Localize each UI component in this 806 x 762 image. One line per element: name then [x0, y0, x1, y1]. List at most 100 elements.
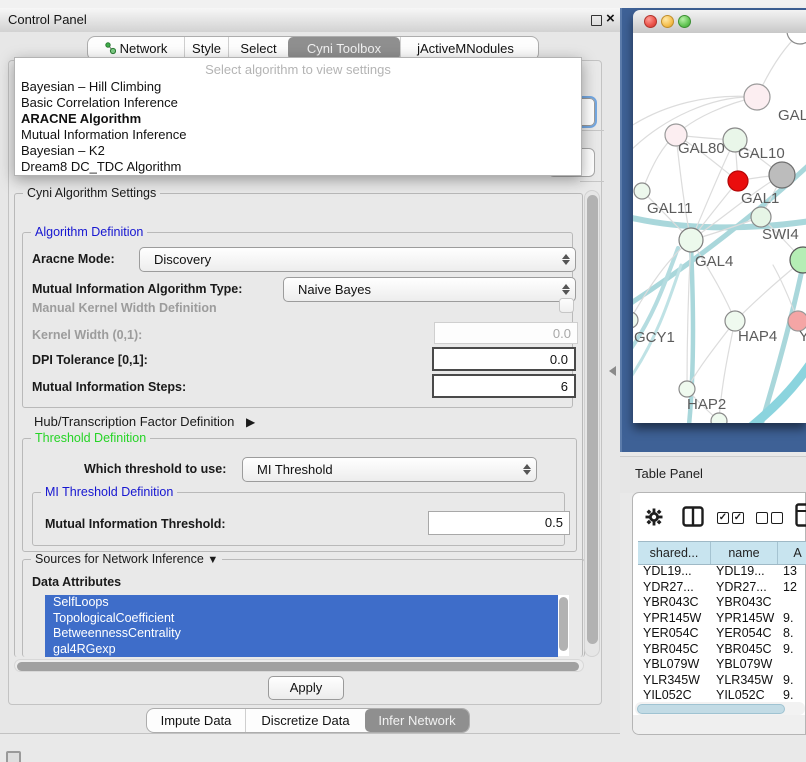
- network-node-gray[interactable]: [769, 162, 795, 188]
- table-horizontal-scrollbar[interactable]: [635, 702, 805, 715]
- list-item[interactable]: BetweennessCentrality: [45, 626, 558, 642]
- columns-icon[interactable]: [682, 506, 704, 527]
- node-label: GAL11: [647, 200, 693, 217]
- aracne-mode-combo[interactable]: Discovery: [139, 247, 576, 272]
- network-window[interactable]: GALGAL80GAL10GAL1GAL11SWI4GAL4GCY1HAP4YH…: [633, 10, 806, 423]
- network-node-bottom-partial[interactable]: [711, 413, 727, 423]
- dropdown-item[interactable]: Bayesian – Hill Climbing: [21, 79, 161, 95]
- table-row[interactable]: YBR045CYBR045C9.: [638, 642, 806, 658]
- network-node-gal1-green[interactable]: [751, 207, 771, 227]
- group-title: Threshold Definition: [31, 431, 150, 445]
- node-label: SWI4: [762, 226, 799, 243]
- checked-checkbox-icon[interactable]: ✓: [732, 512, 744, 524]
- table-row[interactable]: YDL19...YDL19...13: [638, 564, 806, 580]
- kernel-width-field[interactable]: 0.0: [434, 322, 578, 344]
- tab-label: Network: [120, 41, 168, 56]
- expand-down-icon: ▼: [207, 554, 218, 566]
- list-scrollbar-thumb[interactable]: [559, 597, 568, 651]
- hub-definition-expander[interactable]: Hub/Transcription Factor Definition ▶: [34, 414, 255, 429]
- vertical-scrollbar-thumb[interactable]: [587, 195, 598, 644]
- column-header[interactable]: shared...: [638, 542, 711, 564]
- tab-label: jActiveMNodules: [417, 41, 514, 56]
- network-canvas[interactable]: GALGAL80GAL10GAL1GAL11SWI4GAL4GCY1HAP4YH…: [633, 33, 806, 423]
- minimize-traffic-light[interactable]: [661, 15, 674, 28]
- float-window-icon[interactable]: [591, 15, 602, 26]
- table-horizontal-scrollbar-thumb[interactable]: [637, 704, 785, 714]
- control-panel-titlebar[interactable]: Control Panel ×: [0, 8, 620, 33]
- table-row[interactable]: YBR043CYBR043C: [638, 595, 806, 611]
- bottom-tabs: Impute Data Discretize Data Infer Networ…: [146, 708, 470, 733]
- table-cell: YBR045C: [711, 642, 778, 658]
- table-cell: YER054C: [638, 626, 711, 642]
- network-node-gal4[interactable]: [679, 228, 703, 252]
- zoom-traffic-light[interactable]: [678, 15, 691, 28]
- data-attributes-label: Data Attributes: [32, 575, 121, 589]
- list-item[interactable]: TopologicalCoefficient: [45, 611, 558, 627]
- unchecked-checkbox-icon[interactable]: [771, 512, 783, 524]
- mi-threshold-label: Mutual Information Threshold:: [45, 517, 226, 531]
- manual-kernel-checkbox[interactable]: [559, 298, 574, 313]
- checked-checkbox-icon[interactable]: ✓: [717, 512, 729, 524]
- close-traffic-light[interactable]: [644, 15, 657, 28]
- table-cell: YBR043C: [711, 595, 778, 611]
- close-icon[interactable]: ×: [606, 10, 615, 27]
- table-row[interactable]: YPR145WYPR145W9.: [638, 611, 806, 627]
- column-header[interactable]: name: [711, 542, 778, 564]
- mi-steps-field[interactable]: 6: [432, 374, 576, 398]
- list-item[interactable]: gal4RGexp: [45, 642, 558, 657]
- network-node-left-small[interactable]: [634, 183, 650, 199]
- divider: [580, 130, 604, 131]
- dropdown-item[interactable]: Basic Correlation Inference: [21, 95, 178, 111]
- network-node-top-partial[interactable]: [787, 33, 806, 44]
- table-window: ✓ ✓ shared... name A YDL19...YDL19...13Y…: [632, 492, 806, 735]
- vertical-scrollbar[interactable]: [584, 190, 600, 657]
- dpi-tolerance-label: DPI Tolerance [0,1]:: [32, 353, 148, 367]
- combo-value: MI Threshold: [243, 462, 518, 477]
- tab-impute-data[interactable]: Impute Data: [147, 709, 245, 732]
- network-node-hap2[interactable]: [679, 381, 695, 397]
- apply-button[interactable]: Apply: [268, 676, 344, 700]
- horizontal-scrollbar-thumb[interactable]: [17, 662, 579, 671]
- minimized-panel-icon[interactable]: [6, 751, 21, 762]
- sources-title: Sources for Network Inference: [35, 552, 204, 566]
- table-row[interactable]: YIL052CYIL052C9.: [638, 688, 806, 702]
- node-label: GAL: [778, 107, 806, 124]
- table-file-icon[interactable]: [795, 503, 806, 527]
- table-cell: YLR345W: [711, 673, 778, 689]
- panel-splitter-handle[interactable]: [609, 366, 616, 376]
- table-row[interactable]: YDR27...YDR27...12: [638, 580, 806, 596]
- network-node-pink-upper[interactable]: [744, 84, 770, 110]
- network-window-titlebar[interactable]: [633, 10, 806, 34]
- mi-threshold-field[interactable]: 0.5: [428, 511, 570, 535]
- node-label: GAL80: [678, 140, 725, 157]
- table-cell: 9.: [778, 673, 806, 689]
- column-header[interactable]: A: [778, 542, 806, 564]
- dropdown-item[interactable]: Mutual Information Inference: [21, 127, 186, 143]
- sources-title-row[interactable]: Sources for Network Inference ▼: [31, 552, 222, 566]
- network-svg: GALGAL80GAL10GAL1GAL11SWI4GAL4GCY1HAP4YH…: [633, 33, 806, 423]
- tab-discretize-data[interactable]: Discretize Data: [245, 709, 365, 732]
- dropdown-item[interactable]: Bayesian – K2: [21, 143, 105, 159]
- table-cell: 12: [778, 580, 806, 596]
- network-node-gcy1[interactable]: [633, 312, 638, 328]
- list-item[interactable]: SelfLoops: [45, 595, 558, 611]
- which-threshold-combo[interactable]: MI Threshold: [242, 457, 537, 482]
- table-row[interactable]: YER054CYER054C8.: [638, 626, 806, 642]
- gear-icon[interactable]: [645, 508, 663, 526]
- unchecked-checkbox-icon[interactable]: [756, 512, 768, 524]
- combo-arrows-icon: [557, 254, 575, 265]
- tab-infer-network[interactable]: Infer Network: [365, 709, 469, 732]
- network-node-red[interactable]: [728, 171, 748, 191]
- combo-value: Discovery: [140, 252, 557, 267]
- table-row[interactable]: YBL079WYBL079W: [638, 657, 806, 673]
- control-panel-title: Control Panel: [8, 12, 87, 27]
- table-cell: YDR27...: [711, 580, 778, 596]
- table-row[interactable]: YLR345WYLR345W9.: [638, 673, 806, 689]
- table-cell: YDL19...: [638, 564, 711, 580]
- dpi-tolerance-field[interactable]: 0.0: [432, 347, 576, 371]
- mi-type-combo[interactable]: Naive Bayes: [283, 277, 576, 302]
- horizontal-scrollbar[interactable]: [14, 659, 584, 672]
- dropdown-item-selected[interactable]: ARACNE Algorithm: [21, 111, 141, 127]
- dropdown-item[interactable]: Dream8 DC_TDC Algorithm: [21, 159, 181, 175]
- table-cell: 9.: [778, 642, 806, 658]
